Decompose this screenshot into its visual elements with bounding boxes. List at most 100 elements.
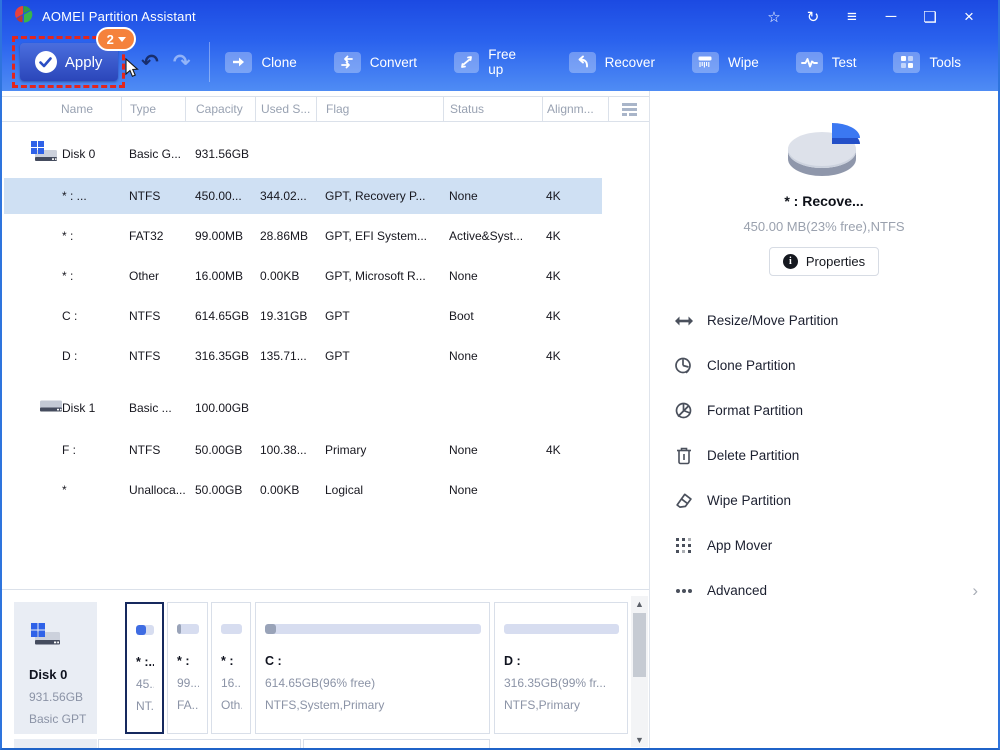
action-resize-move[interactable]: Resize/Move Partition [650, 298, 998, 343]
wipe-button[interactable]: Wipe [691, 51, 759, 73]
action-format-partition[interactable]: Format Partition [650, 388, 998, 433]
table-header: Name Type Capacity Used S... Flag Status… [2, 96, 649, 122]
undo-icon[interactable]: ↶ [141, 52, 159, 73]
titlebar-controls: ☆ ↻ ≡ ─ ❏ × [763, 7, 980, 27]
capacity-bar [221, 624, 242, 634]
block-capacity: 16.... [221, 676, 242, 690]
undo-redo-group: ↶ ↷ [141, 52, 190, 73]
disk-map-block-d[interactable]: D : 316.35GB(99% fr... NTFS,Primary [494, 602, 628, 734]
resize-move-icon [673, 313, 694, 329]
cell-status: None [449, 483, 478, 497]
block-name: * : [177, 654, 190, 668]
table-row-disk1[interactable]: Disk 1 Basic ... 100.00GB [2, 386, 649, 430]
disk0-card[interactable]: Disk 0 931.56GB Basic GPT [14, 602, 97, 734]
cell-name: * : ... [62, 189, 87, 203]
wipe-partition-icon [673, 492, 694, 509]
action-label: Advanced [707, 583, 768, 598]
partition-table: Disk 0 Basic G... 931.56GB * : ... NTFS … [2, 122, 649, 589]
tools-label: Tools [929, 54, 961, 70]
convert-button[interactable]: Convert [333, 51, 417, 73]
disk0-name: Disk 0 [29, 667, 68, 682]
toolbar-separator [208, 42, 210, 82]
disk-map-block-c[interactable]: C : 614.65GB(96% free) NTFS,System,Prima… [255, 602, 490, 734]
check-icon [34, 51, 57, 73]
block-filesystem: FA... [177, 698, 199, 712]
block-capacity: 45... [136, 677, 154, 691]
disk0-type: Basic GPT [29, 712, 87, 726]
clone-button[interactable]: Clone [225, 51, 297, 73]
block-name: * : [221, 654, 234, 668]
refresh-icon[interactable]: ↻ [802, 8, 824, 26]
minimize-icon[interactable]: ─ [880, 8, 902, 25]
properties-button[interactable]: i Properties [769, 247, 879, 276]
list-view-icon[interactable] [608, 97, 649, 121]
column-flag[interactable]: Flag [316, 97, 443, 121]
chevron-right-icon: › [972, 581, 978, 600]
disk1-block-partial[interactable] [303, 739, 490, 748]
disk1-card-partial[interactable] [14, 739, 97, 748]
column-alignment[interactable]: Alignm... [542, 97, 608, 121]
cell-type: Other [129, 269, 160, 283]
menu-icon[interactable]: ≡ [841, 7, 863, 27]
disk-map-block-msr[interactable]: * : 16.... Oth... [211, 602, 251, 734]
titlebar: AOMEI Partition Assistant ☆ ↻ ≡ ─ ❏ × [2, 0, 998, 33]
pending-operations-badge[interactable]: 2 [96, 27, 137, 51]
apply-pending-outline: Apply 2 [12, 27, 137, 88]
table-row-efi-partition[interactable]: * : FAT32 99.00MB 28.86MB GPT, EFI Syste… [2, 216, 649, 256]
disk1-block-partial[interactable] [98, 739, 301, 748]
block-name: C : [265, 654, 282, 668]
action-wipe-partition[interactable]: Wipe Partition [650, 478, 998, 523]
free-up-button[interactable]: Free up [454, 47, 532, 77]
block-filesystem: NTFS,System,Primary [265, 698, 385, 712]
scrollbar-track[interactable] [631, 611, 648, 732]
table-row-unallocated[interactable]: * Unalloca... 50.00GB 0.00KB Logical Non… [2, 470, 649, 510]
star-icon[interactable]: ☆ [763, 8, 785, 26]
cell-type: Unalloca... [129, 483, 185, 497]
scroll-down-icon[interactable]: ▼ [631, 732, 648, 747]
left-panel: Name Type Capacity Used S... Flag Status… [2, 91, 649, 748]
close-icon[interactable]: × [958, 7, 980, 27]
table-row-msr-partition[interactable]: * : Other 16.00MB 0.00KB GPT, Microsoft … [2, 256, 649, 296]
cell-capacity: 50.00GB [195, 483, 243, 497]
scroll-up-icon[interactable]: ▲ [631, 596, 648, 611]
format-partition-icon [673, 401, 694, 420]
action-label: App Mover [707, 538, 773, 553]
wipe-label: Wipe [727, 54, 759, 70]
main-area: Name Type Capacity Used S... Flag Status… [2, 91, 998, 748]
convert-label: Convert [369, 54, 417, 70]
disk-map-block-efi[interactable]: * : 99.... FA... [167, 602, 208, 734]
block-filesystem: Oth... [221, 698, 242, 712]
column-type[interactable]: Type [121, 97, 185, 121]
column-status[interactable]: Status [443, 97, 542, 121]
scrollbar-thumb[interactable] [633, 613, 646, 677]
column-capacity[interactable]: Capacity [185, 97, 255, 121]
redo-icon[interactable]: ↷ [173, 52, 191, 73]
test-button[interactable]: Test [795, 51, 856, 73]
table-row-d-partition[interactable]: D : NTFS 316.35GB 135.71... GPT None 4K [2, 336, 649, 376]
column-used-space[interactable]: Used S... [255, 97, 316, 121]
cell-used: 135.71... [260, 349, 307, 363]
recover-button[interactable]: Recover [568, 51, 655, 73]
cell-alignment: 4K [546, 189, 561, 203]
table-row-recovery-partition[interactable]: * : ... NTFS 450.00... 344.02... GPT, Re… [2, 176, 649, 216]
mouse-cursor [125, 58, 139, 78]
action-delete-partition[interactable]: Delete Partition [650, 433, 998, 478]
apply-label: Apply [64, 53, 103, 71]
table-row-f-partition[interactable]: F : NTFS 50.00GB 100.38... Primary None … [2, 430, 649, 470]
action-clone-partition[interactable]: Clone Partition [650, 343, 998, 388]
action-advanced[interactable]: Advanced › [650, 568, 998, 613]
disk-map-block-recovery[interactable]: * :... 45... NT... [125, 602, 164, 734]
recover-label: Recover [604, 54, 655, 70]
maximize-icon[interactable]: ❏ [919, 8, 941, 26]
tools-button[interactable]: Tools [893, 51, 961, 73]
cell-flag: Primary [325, 443, 367, 457]
table-row-disk0[interactable]: Disk 0 Basic G... 931.56GB [2, 132, 649, 176]
cell-alignment: 4K [546, 443, 561, 457]
selected-partition-title: * : Recove... [784, 193, 864, 209]
column-name[interactable]: Name [2, 97, 121, 121]
table-row-c-partition[interactable]: C : NTFS 614.65GB 19.31GB GPT Boot 4K [2, 296, 649, 336]
disk-map-scrollbar[interactable]: ▲ ▼ [631, 596, 648, 747]
block-capacity: 614.65GB(96% free) [265, 676, 376, 690]
action-app-mover[interactable]: App Mover [650, 523, 998, 568]
cell-type: NTFS [129, 349, 161, 363]
